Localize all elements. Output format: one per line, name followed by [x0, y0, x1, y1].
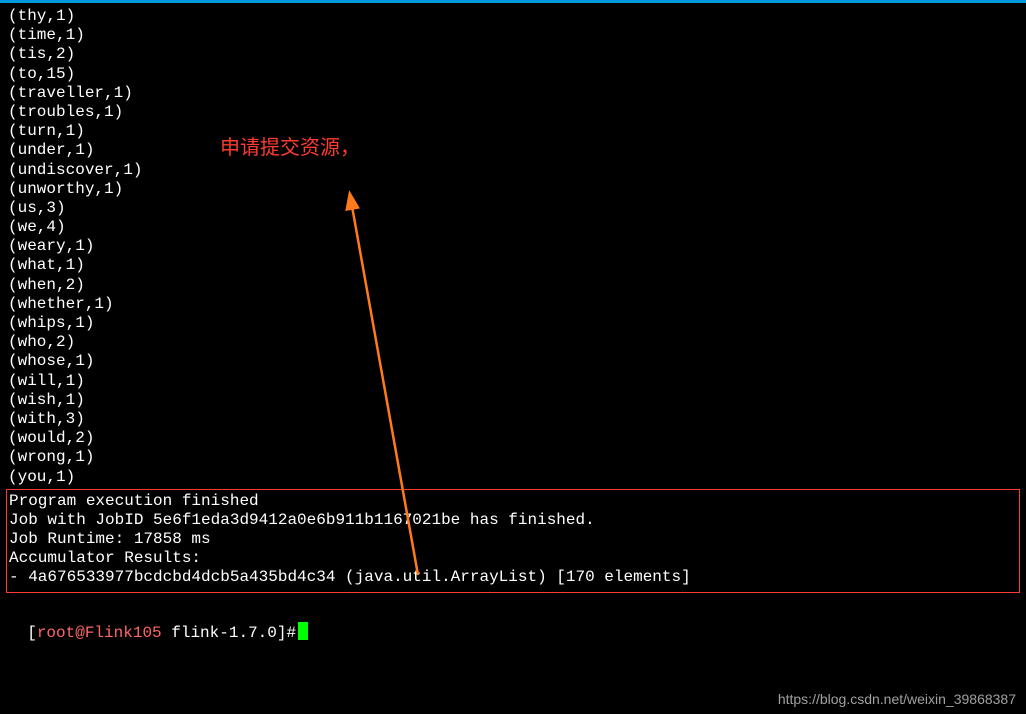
output-line: (wrong,1): [8, 448, 1018, 467]
output-line: (will,1): [8, 372, 1018, 391]
output-line: (thy,1): [8, 7, 1018, 26]
output-line: (troubles,1): [8, 103, 1018, 122]
output-line: (turn,1): [8, 122, 1018, 141]
output-line: (we,4): [8, 218, 1018, 237]
output-line: (unworthy,1): [8, 180, 1018, 199]
result-line: Accumulator Results:: [9, 549, 1017, 568]
result-highlight-box: Program execution finished Job with JobI…: [6, 489, 1020, 593]
prompt-path: flink-1.7.0: [171, 624, 277, 642]
output-line: (wish,1): [8, 391, 1018, 410]
output-line: (under,1): [8, 141, 1018, 160]
output-line: (whether,1): [8, 295, 1018, 314]
prompt-host: Flink105: [85, 624, 162, 642]
terminal-output: (thy,1) (time,1) (tis,2) (to,15) (travel…: [0, 3, 1026, 487]
output-line: (whips,1): [8, 314, 1018, 333]
output-line: (would,2): [8, 429, 1018, 448]
result-line: - 4a676533977bcdcbd4dcb5a435bd4c34 (java…: [9, 568, 1017, 587]
output-line: (what,1): [8, 256, 1018, 275]
prompt-space: [162, 624, 172, 642]
result-line: Job with JobID 5e6f1eda3d9412a0e6b911b11…: [9, 511, 1017, 530]
output-line: (time,1): [8, 26, 1018, 45]
output-line: (us,3): [8, 199, 1018, 218]
prompt-open-bracket: [: [27, 624, 37, 642]
output-line: (who,2): [8, 333, 1018, 352]
prompt-user: root: [37, 624, 75, 642]
shell-prompt[interactable]: [root@Flink105 flink-1.7.0]#: [0, 603, 1026, 643]
output-line: (weary,1): [8, 237, 1018, 256]
watermark-text: https://blog.csdn.net/weixin_39868387: [778, 691, 1016, 708]
output-line: (with,3): [8, 410, 1018, 429]
output-line: (whose,1): [8, 352, 1018, 371]
prompt-at: @: [75, 624, 85, 642]
output-line: (traveller,1): [8, 84, 1018, 103]
output-line: (tis,2): [8, 45, 1018, 64]
cursor-icon: [298, 622, 308, 640]
output-line: (you,1): [8, 468, 1018, 487]
output-line: (undiscover,1): [8, 161, 1018, 180]
output-line: (to,15): [8, 65, 1018, 84]
prompt-hash: #: [286, 624, 296, 642]
result-line: Program execution finished: [9, 492, 1017, 511]
output-line: (when,2): [8, 276, 1018, 295]
result-line: Job Runtime: 17858 ms: [9, 530, 1017, 549]
